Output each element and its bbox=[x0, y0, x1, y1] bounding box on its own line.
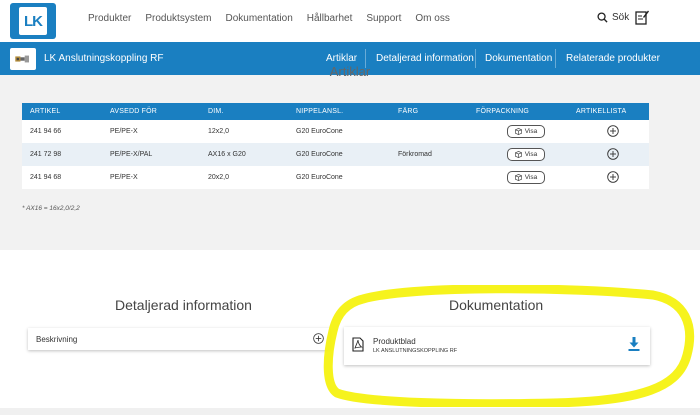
cell-dim: 12x2,0 bbox=[208, 128, 230, 135]
footnote: * AX16 = 16x2,0/2,2 bbox=[22, 205, 80, 212]
table-row: 241 72 98 PE/PE-X/PAL AX16 x G20 G20 Eur… bbox=[22, 143, 649, 166]
cell-farg bbox=[390, 166, 476, 189]
col-artikellista: ARTIKELLISTA bbox=[576, 108, 627, 115]
cell-avsedd: PE/PE-X bbox=[110, 174, 138, 181]
search-button[interactable]: Sök bbox=[597, 12, 629, 23]
box-icon bbox=[514, 174, 522, 181]
main-nav: Produkter Produktsystem Dokumentation Hå… bbox=[88, 13, 464, 24]
cell-nippel: G20 EuroCone bbox=[296, 174, 343, 181]
table-row: 241 94 68 PE/PE-X 20x2,0 G20 EuroCone Vi… bbox=[22, 166, 649, 189]
top-navigation: LK Produkter Produktsystem Dokumentation… bbox=[0, 0, 700, 42]
cell-farg: Förkromad bbox=[398, 151, 432, 158]
visa-label: Visa bbox=[524, 128, 538, 135]
col-farg: FÄRG bbox=[398, 108, 419, 115]
articles-table: ARTIKEL AVSEDD FÖR DIM. NIPPELANSL. FÄRG… bbox=[22, 103, 649, 189]
plus-circle-icon bbox=[313, 333, 324, 344]
nav-produkter[interactable]: Produkter bbox=[88, 13, 131, 24]
beskrivning-label: Beskrivning bbox=[36, 335, 78, 344]
document-title: Produktblad bbox=[373, 337, 416, 346]
cell-dim: 20x2,0 bbox=[208, 174, 230, 181]
cell-nippel: G20 EuroCone bbox=[296, 151, 343, 158]
col-forpackning: FÖRPACKNING bbox=[476, 108, 530, 115]
lk-logo[interactable]: LK bbox=[10, 3, 56, 39]
nav-dokumentation[interactable]: Dokumentation bbox=[226, 13, 293, 24]
col-artikel: ARTIKEL bbox=[30, 108, 61, 115]
cell-artikel: 241 94 68 bbox=[30, 174, 62, 181]
documentation-heading: Dokumentation bbox=[449, 297, 544, 313]
search-icon bbox=[597, 12, 608, 23]
pdf-icon bbox=[352, 337, 364, 352]
box-icon bbox=[514, 128, 522, 135]
edit-icon[interactable] bbox=[635, 9, 649, 25]
col-dim: DIM. bbox=[208, 108, 224, 115]
cell-artikel: 241 94 66 bbox=[30, 128, 62, 135]
visa-button[interactable]: Visa bbox=[506, 148, 546, 161]
add-to-list-icon[interactable] bbox=[606, 170, 619, 183]
add-to-list-icon[interactable] bbox=[606, 124, 619, 137]
footer-strip bbox=[0, 408, 700, 415]
visa-button[interactable]: Visa bbox=[506, 171, 546, 184]
visa-label: Visa bbox=[524, 174, 538, 181]
details-heading: Detaljerad information bbox=[115, 297, 252, 313]
search-label: Sök bbox=[612, 12, 630, 23]
table-row: 241 94 66 PE/PE-X 12x2,0 G20 EuroCone Vi… bbox=[22, 120, 649, 143]
produktblad-document[interactable]: Produktblad LK ANSLUTNINGSKOPPLING RF bbox=[344, 327, 650, 365]
cell-nippel: G20 EuroCone bbox=[296, 128, 343, 135]
cell-artikel: 241 72 98 bbox=[30, 151, 62, 158]
col-nippelansl: NIPPELANSL. bbox=[296, 108, 344, 115]
cell-avsedd: PE/PE-X/PAL bbox=[110, 151, 153, 158]
visa-button[interactable]: Visa bbox=[506, 125, 546, 138]
articles-heading: Artiklar bbox=[329, 64, 371, 79]
nav-produktsystem[interactable]: Produktsystem bbox=[145, 13, 211, 24]
logo-text: LK bbox=[24, 12, 43, 30]
cell-avsedd: PE/PE-X bbox=[110, 128, 138, 135]
col-avsedd-for: AVSEDD FÖR bbox=[110, 108, 157, 115]
nav-hallbarhet[interactable]: Hållbarhet bbox=[307, 13, 353, 24]
cell-dim: AX16 x G20 bbox=[208, 151, 246, 158]
table-header-row: ARTIKEL AVSEDD FÖR DIM. NIPPELANSL. FÄRG… bbox=[22, 103, 649, 120]
nav-support[interactable]: Support bbox=[366, 13, 401, 24]
beskrivning-accordion[interactable]: Beskrivning bbox=[28, 328, 330, 350]
visa-label: Visa bbox=[524, 151, 538, 158]
document-subtitle: LK ANSLUTNINGSKOPPLING RF bbox=[373, 348, 458, 354]
cell-farg bbox=[390, 120, 476, 143]
add-to-list-icon[interactable] bbox=[606, 147, 619, 160]
box-icon bbox=[514, 151, 522, 158]
nav-om-oss[interactable]: Om oss bbox=[415, 13, 449, 24]
download-icon[interactable] bbox=[628, 337, 640, 351]
